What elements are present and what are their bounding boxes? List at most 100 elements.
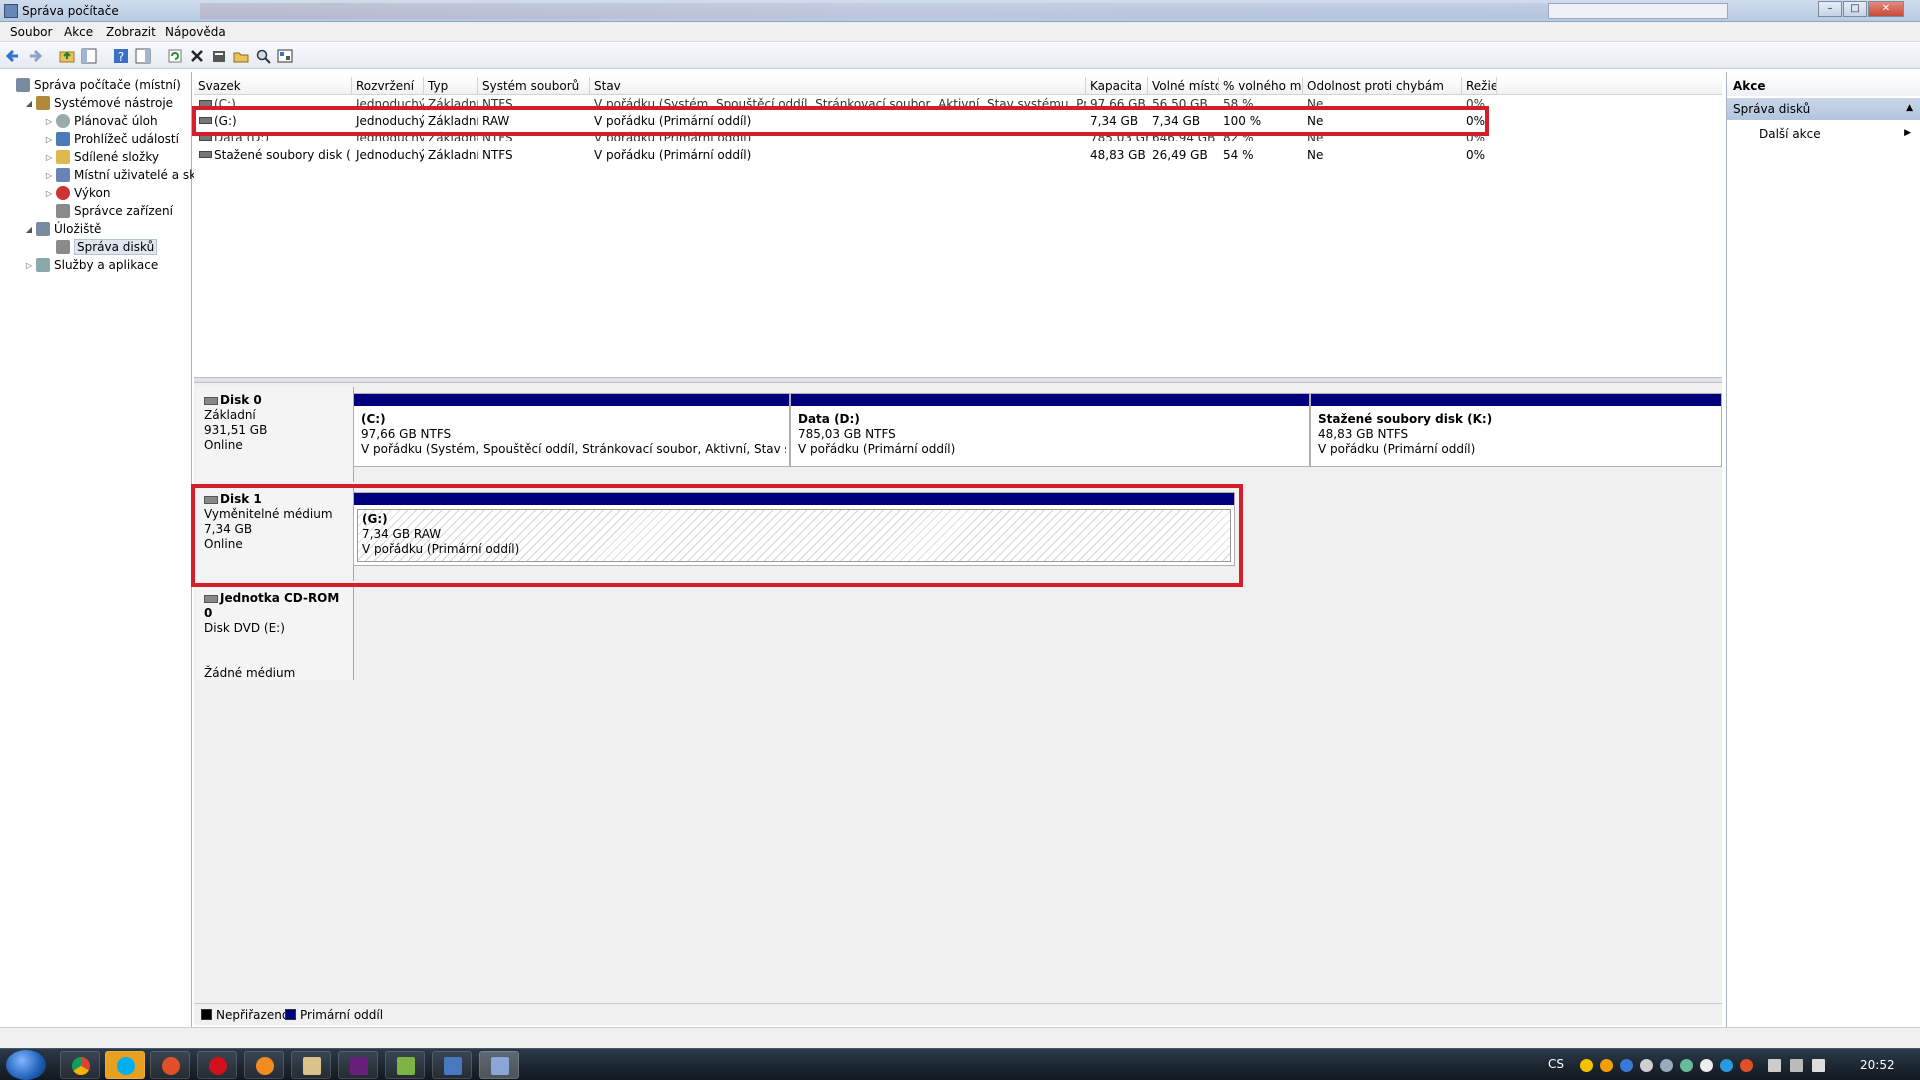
table-cell: Základní [428,148,478,162]
expand-arrow-icon[interactable]: ▷ [24,261,34,270]
start-button[interactable] [6,1050,46,1080]
maximize-button[interactable]: □ [1843,1,1867,17]
expand-arrow-icon[interactable]: ▷ [44,189,54,198]
column-header[interactable]: % volného místa [1219,77,1303,95]
more-actions-label: Další akce [1759,127,1821,141]
disk-type: Disk DVD (E:) [204,621,285,635]
tree-item[interactable]: ▷ Plánovač úloh [44,112,158,130]
taskbar-skype[interactable] [105,1051,145,1079]
table-cell: 0% [1466,131,1486,145]
taskbar-media-player[interactable] [150,1051,190,1079]
flag-icon[interactable] [1768,1059,1781,1072]
partition-block[interactable]: (G:) 7,34 GB RAW V pořádku (Primární oddíl… [353,492,1235,566]
language-indicator[interactable]: CS [1548,1057,1564,1071]
tray-icon-6[interactable] [1680,1059,1693,1072]
settings-icon[interactable] [276,47,294,65]
tree-item[interactable]: ▷ Sdílené složky [44,148,159,166]
tree-item[interactable]: ▷ Místní uživatelé a skupi [44,166,214,184]
tree-item[interactable]: Správa počítače (místní) [4,76,181,94]
table-row[interactable]: (G:) Jednoduchý Základní RAW V pořádku (Prim… [194,113,1722,130]
tray-icon-7[interactable] [1700,1059,1713,1072]
column-header[interactable]: Svazek [194,77,352,95]
actions-section-disk-management[interactable]: Správa disků ▲ [1727,98,1920,120]
expand-arrow-icon[interactable]: ▷ [44,153,54,162]
tray-icon-9[interactable] [1740,1059,1753,1072]
column-header[interactable]: Kapacita [1086,77,1148,95]
menu-soubor[interactable]: Soubor [10,25,52,39]
help-icon[interactable]: ? [112,47,130,65]
taskbar-explorer[interactable] [291,1051,331,1079]
tray-icon-3[interactable] [1620,1059,1633,1072]
delete-icon[interactable] [188,47,206,65]
disk-size [204,636,345,651]
close-button[interactable]: ✕ [1868,1,1904,17]
table-cell: 48,83 GB [1090,148,1146,162]
show-hide-action-pane-icon[interactable] [134,47,152,65]
expand-arrow-icon[interactable]: ◢ [24,99,34,108]
taskbar-opera[interactable] [197,1051,237,1079]
column-header[interactable]: Volné místo [1148,77,1219,95]
partition-type-bar [354,394,789,406]
tray-icon-8[interactable] [1720,1059,1733,1072]
taskbar-visual-studio[interactable] [338,1051,378,1079]
taskbar-window-1[interactable] [432,1051,472,1079]
expand-arrow-icon[interactable]: ▷ [44,135,54,144]
taskbar-computer-management[interactable] [479,1051,519,1079]
clock[interactable]: 20:52 [1860,1058,1895,1072]
expand-arrow-icon[interactable]: ▷ [44,171,54,180]
table-row[interactable]: Stažené soubory disk (K:) Jednoduchý Zákla… [194,147,1722,164]
collapse-arrow-icon[interactable]: ▲ [1906,103,1913,113]
menu-akce[interactable]: Akce [64,25,93,39]
menu-napoveda[interactable]: Nápověda [165,25,226,39]
refresh-icon[interactable] [166,47,184,65]
tree-item[interactable]: ▷ Výkon [44,184,110,202]
tree-item[interactable]: ▷ Služby a aplikace [24,256,158,274]
column-header[interactable]: Rozvržení [352,77,424,95]
table-row[interactable]: Data (D:) Jednoduchý Základní NTFS V pořádku… [194,130,1722,145]
tree-item[interactable]: Správce zařízení [44,202,173,220]
column-header[interactable]: Typ [424,77,478,95]
taskbar-windows-app[interactable] [385,1051,425,1079]
taskbar: CS 20:52 [0,1048,1920,1080]
disk-label[interactable]: Disk 0 Základní 931,51 GB Online [196,387,354,482]
table-cell: 7,34 GB [1152,114,1201,128]
tray-icon-2[interactable] [1600,1059,1613,1072]
properties-icon[interactable] [210,47,228,65]
taskbar-avast[interactable] [244,1051,284,1079]
tree-item[interactable]: Správa disků [44,238,158,256]
disk-label[interactable]: Disk 1 Vyměnitelné médium 7,34 GB Online [196,486,354,581]
tree-item[interactable]: ◢ Systémové nástroje [24,94,173,112]
back-icon[interactable] [4,47,22,65]
search-box[interactable] [1548,3,1728,19]
expand-arrow-icon[interactable]: ▷ [44,117,54,126]
table-row[interactable]: (C:) Jednoduchý Základní NTFS V pořádku (Sys… [194,96,1722,107]
show-hide-tree-icon[interactable] [80,47,98,65]
volume-icon[interactable] [1812,1059,1825,1072]
taskbar-chrome[interactable] [60,1051,100,1079]
expand-arrow-icon[interactable]: ◢ [24,225,34,234]
partition-body: Data (D:) 785,03 GB NTFS V pořádku (Primár… [794,410,1306,463]
tray-icon-4[interactable] [1640,1059,1653,1072]
column-header[interactable]: Systém souborů [478,77,590,95]
open-folder-icon[interactable] [232,47,250,65]
column-header[interactable]: Režie [1462,77,1497,95]
partition-block[interactable]: Stažené soubory disk (K:) 48,83 GB NTFS V … [1310,393,1722,467]
tray-icon-5[interactable] [1660,1059,1673,1072]
up-folder-icon[interactable] [58,47,76,65]
minimize-button[interactable]: – [1818,1,1842,17]
column-header[interactable]: Stav [590,77,1086,95]
tree-item-label: Systémové nástroje [54,96,174,110]
menu-zobrazit[interactable]: Zobrazit [106,25,156,39]
tray-icon-1[interactable] [1580,1059,1593,1072]
search-icon[interactable] [254,47,272,65]
more-actions-item[interactable]: Další akce ▶ [1727,124,1920,144]
tree-item[interactable]: ◢ Úložiště [24,220,101,238]
status-bar [0,1027,1920,1048]
tree-item[interactable]: ▷ Prohlížeč událostí [44,130,179,148]
forward-icon[interactable] [26,47,44,65]
disk-label[interactable]: Jednotka CD-ROM 0 Disk DVD (E:) Žádné médi… [196,585,354,680]
partition-block[interactable]: Data (D:) 785,03 GB NTFS V pořádku (Primár… [790,393,1310,467]
network-icon[interactable] [1790,1059,1803,1072]
column-header[interactable]: Odolnost proti chybám [1303,77,1462,95]
partition-block[interactable]: (C:) 97,66 GB NTFS V pořádku (Systém, Spou… [353,393,790,467]
